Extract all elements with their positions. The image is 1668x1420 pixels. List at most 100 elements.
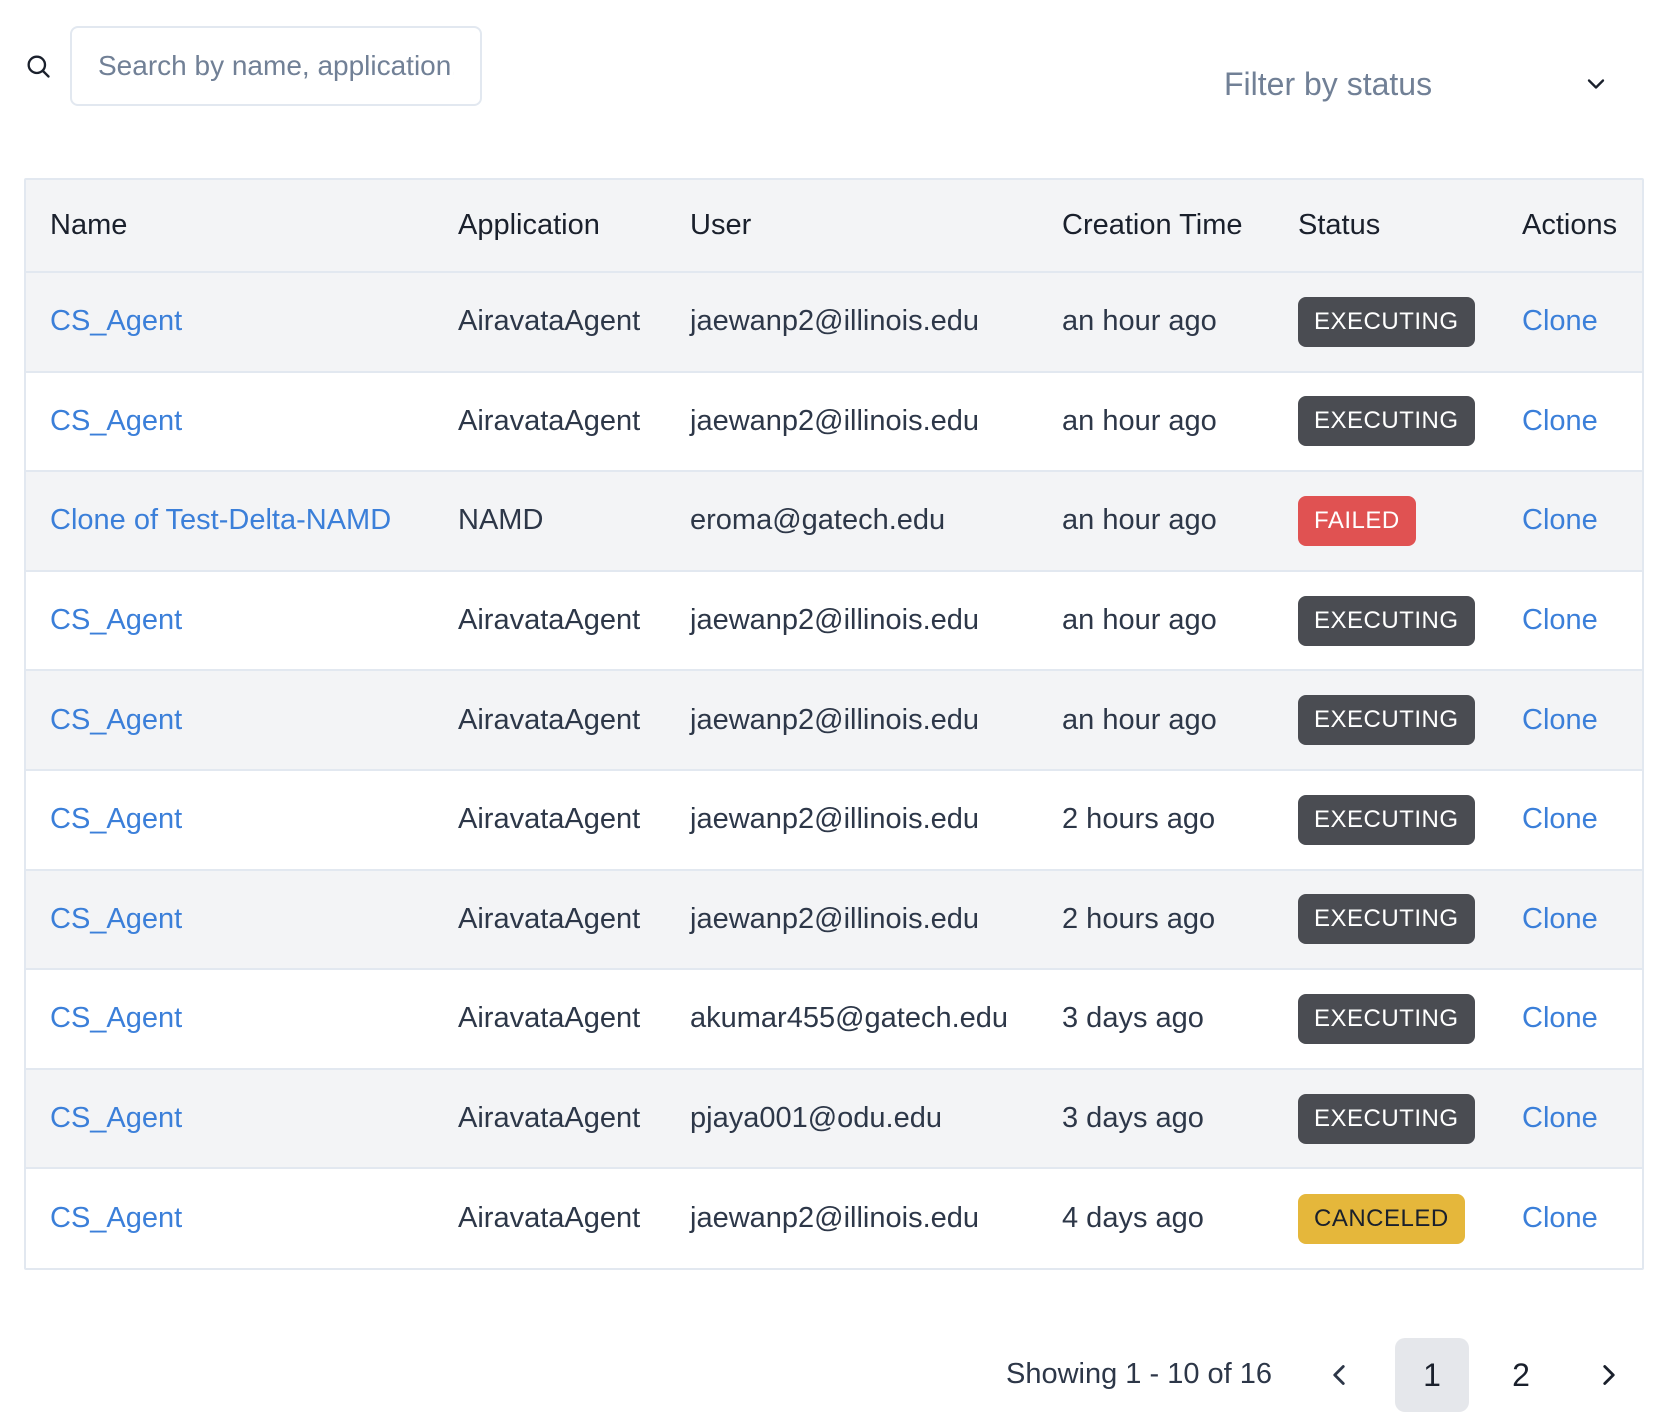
user-cell: jaewanp2@illinois.edu <box>666 868 1038 970</box>
application-cell: AiravataAgent <box>434 768 666 870</box>
application-cell: AiravataAgent <box>434 1167 666 1268</box>
clone-link[interactable]: Clone <box>1522 903 1598 935</box>
creation-time-cell: an hour ago <box>1038 669 1274 770</box>
user-cell: jaewanp2@illinois.edu <box>666 569 1038 671</box>
status-filter-label: Filter by status <box>1224 65 1433 102</box>
table-row: CS_Agent AiravataAgent jaewanp2@illinois.e… <box>26 1167 1642 1268</box>
creation-time-cell: an hour ago <box>1038 370 1274 472</box>
search-input[interactable] <box>70 26 482 106</box>
actions-cell: Clone <box>1498 569 1642 671</box>
table-row: CS_Agent AiravataAgent akumar455@gatech.ed… <box>26 968 1642 1069</box>
user-cell: pjaya001@odu.edu <box>666 1067 1038 1169</box>
actions-cell: Clone <box>1498 1067 1642 1169</box>
column-header-user: User <box>666 180 1038 273</box>
actions-cell: Clone <box>1498 272 1642 372</box>
clone-link[interactable]: Clone <box>1522 1002 1598 1034</box>
status-badge: EXECUTING <box>1298 993 1475 1044</box>
status-badge: EXECUTING <box>1298 1093 1475 1144</box>
application-cell: AiravataAgent <box>458 305 641 338</box>
column-header-actions: Actions <box>1498 180 1642 273</box>
experiment-name-link[interactable]: Clone of Test-Delta-NAMD <box>50 504 391 536</box>
experiment-name-link[interactable]: CS_Agent <box>50 405 182 437</box>
status-cell: CANCELED <box>1274 1167 1498 1268</box>
application-cell: AiravataAgent <box>434 868 666 970</box>
actions-cell: Clone <box>1498 1167 1642 1268</box>
experiment-name-link[interactable]: CS_Agent <box>50 903 182 935</box>
creation-time-cell: an hour ago <box>1038 470 1274 571</box>
clone-link[interactable]: Clone <box>1522 405 1598 437</box>
table-row: CS_Agent AiravataAgent jaewanp2@illinois.e… <box>26 370 1642 472</box>
clone-link[interactable]: Clone <box>1522 704 1598 736</box>
creation-time-cell: 2 hours ago <box>1038 868 1274 970</box>
clone-link[interactable]: Clone <box>1522 305 1598 337</box>
actions-cell: Clone <box>1498 669 1642 770</box>
creation-time-cell: an hour ago <box>1062 305 1217 338</box>
table-row: CS_Agent AiravataAgent jaewanp2@illinois.e… <box>26 272 1642 372</box>
clone-link[interactable]: Clone <box>1522 1102 1598 1134</box>
user-cell: jaewanp2@illinois.edu <box>690 305 980 338</box>
status-badge: EXECUTING <box>1298 296 1475 347</box>
experiment-name-link[interactable]: CS_Agent <box>50 1202 182 1234</box>
column-header-application: Application <box>434 180 666 273</box>
actions-cell: Clone <box>1498 868 1642 970</box>
status-cell: EXECUTING <box>1274 569 1498 671</box>
page-button-1[interactable]: 1 <box>1395 1338 1469 1412</box>
user-cell: jaewanp2@illinois.edu <box>666 1167 1038 1268</box>
toolbar: Filter by status <box>0 0 1668 150</box>
status-cell: EXECUTING <box>1274 968 1498 1069</box>
user-cell: eroma@gatech.edu <box>666 470 1038 571</box>
table-row: CS_Agent AiravataAgent jaewanp2@illinois.e… <box>26 569 1642 671</box>
clone-link[interactable]: Clone <box>1522 504 1598 536</box>
status-badge: EXECUTING <box>1298 695 1475 746</box>
table-row: CS_Agent AiravataAgent jaewanp2@illinois.e… <box>26 669 1642 770</box>
status-filter-select[interactable]: Filter by status <box>1196 44 1636 124</box>
experiment-name-link[interactable]: CS_Agent <box>50 803 182 835</box>
table-body: CS_Agent AiravataAgent jaewanp2@illinois.e… <box>26 272 1642 1268</box>
status-cell: EXECUTING <box>1274 272 1498 372</box>
experiment-name-link[interactable]: CS_Agent <box>50 1002 182 1034</box>
chevron-down-icon <box>1582 70 1610 98</box>
clone-link[interactable]: Clone <box>1522 803 1598 835</box>
status-badge: EXECUTING <box>1298 595 1475 646</box>
creation-time-cell: 2 hours ago <box>1038 768 1274 870</box>
table-header-row: Name Application User Creation Time Stat… <box>26 180 1642 273</box>
column-header-status: Status <box>1274 180 1498 273</box>
application-cell: NAMD <box>434 470 666 571</box>
pagination: Showing 1 - 10 of 16 1 2 <box>0 1338 1668 1412</box>
user-cell: akumar455@gatech.edu <box>666 968 1038 1069</box>
experiment-name-link[interactable]: CS_Agent <box>50 305 182 337</box>
clone-link[interactable]: Clone <box>1522 1202 1598 1234</box>
status-cell: EXECUTING <box>1274 868 1498 970</box>
actions-cell: Clone <box>1498 470 1642 571</box>
status-badge: CANCELED <box>1298 1193 1465 1244</box>
application-cell: AiravataAgent <box>434 370 666 472</box>
actions-cell: Clone <box>1498 968 1642 1069</box>
creation-time-cell: 3 days ago <box>1038 968 1274 1069</box>
status-cell: EXECUTING <box>1274 768 1498 870</box>
column-header-creation-time: Creation Time <box>1038 180 1274 273</box>
chevron-right-icon[interactable] <box>1592 1358 1626 1392</box>
chevron-left-icon[interactable] <box>1322 1358 1356 1392</box>
creation-time-cell: 3 days ago <box>1038 1067 1274 1169</box>
status-cell: EXECUTING <box>1274 669 1498 770</box>
status-badge: FAILED <box>1298 495 1416 546</box>
experiment-name-link[interactable]: CS_Agent <box>50 604 182 636</box>
table-row: Clone of Test-Delta-NAMD NAMD eroma@gatech… <box>26 470 1642 571</box>
experiment-name-link[interactable]: CS_Agent <box>50 1102 182 1134</box>
user-cell: jaewanp2@illinois.edu <box>666 370 1038 472</box>
status-cell: EXECUTING <box>1274 1067 1498 1169</box>
clone-link[interactable]: Clone <box>1522 604 1598 636</box>
table-row: CS_Agent AiravataAgent pjaya001@odu.edu 3 d… <box>26 1067 1642 1169</box>
status-badge: EXECUTING <box>1298 894 1475 945</box>
application-cell: AiravataAgent <box>434 1067 666 1169</box>
status-cell: EXECUTING <box>1274 370 1498 472</box>
actions-cell: Clone <box>1498 370 1642 472</box>
pagination-summary: Showing 1 - 10 of 16 <box>1006 1358 1273 1390</box>
actions-cell: Clone <box>1498 768 1642 870</box>
creation-time-cell: an hour ago <box>1038 569 1274 671</box>
page-button-2[interactable]: 2 <box>1484 1338 1558 1412</box>
status-cell: FAILED <box>1274 470 1498 571</box>
column-header-name: Name <box>26 180 434 273</box>
experiments-table: Name Application User Creation Time Stat… <box>24 178 1644 1270</box>
experiment-name-link[interactable]: CS_Agent <box>50 704 182 736</box>
